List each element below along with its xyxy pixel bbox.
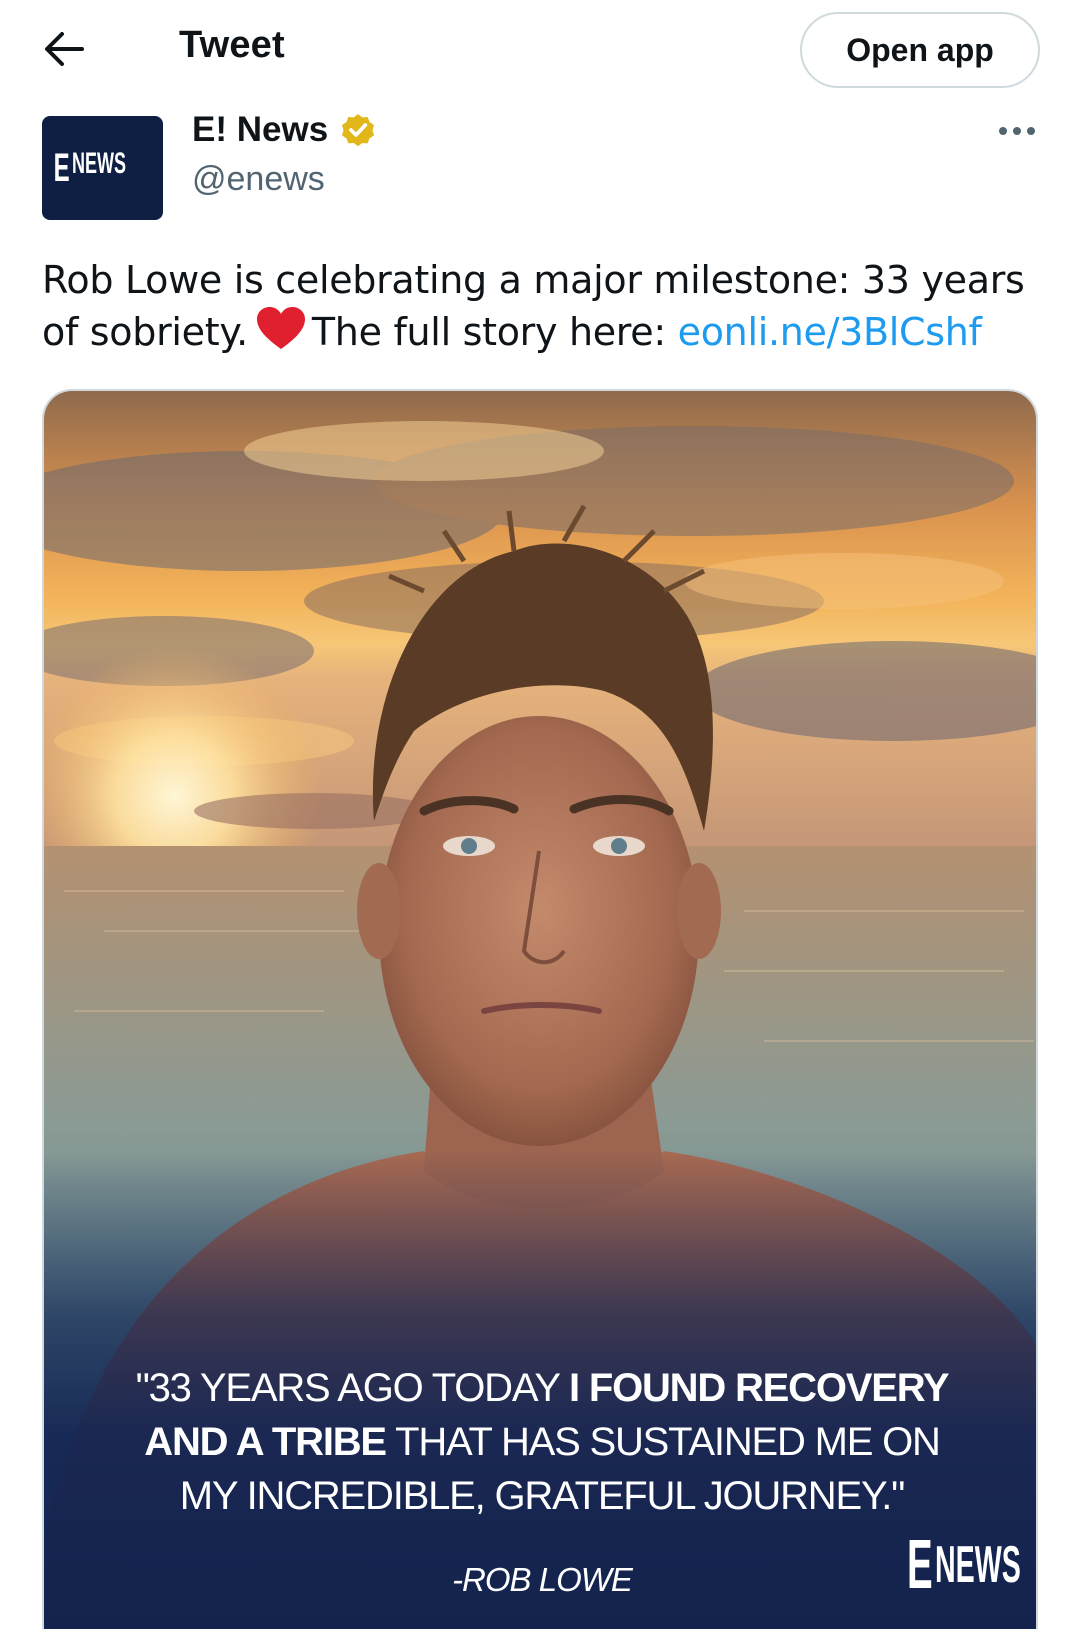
quote-line-2: AND A TRIBE THAT HAS SUSTAINED ME ON xyxy=(144,1420,941,1464)
tweet-link[interactable]: eonli.ne/3BlCshf xyxy=(678,310,982,354)
quote-line-1: "33 YEARS AGO TODAY I FOUND RECOVERY xyxy=(135,1366,950,1410)
verified-badge-icon xyxy=(342,114,375,147)
page-title: Tweet xyxy=(179,24,285,66)
author-name-row[interactable]: E! News xyxy=(192,110,378,150)
red-heart-emoji xyxy=(256,307,306,364)
author-name[interactable]: E! News xyxy=(192,110,328,150)
heart-icon xyxy=(256,307,305,349)
more-horizontal-icon xyxy=(999,127,1035,135)
tweet-text-cta: The full story here: xyxy=(311,310,666,354)
author-handle[interactable]: @enews xyxy=(192,160,325,199)
quote-line-3: MY INCREDIBLE, GRATEFUL JOURNEY." xyxy=(179,1474,906,1518)
open-app-button[interactable]: Open app xyxy=(800,12,1040,88)
top-bar: Tweet Open app xyxy=(0,0,1079,112)
enews-logo-icon: E NEWS xyxy=(53,146,126,190)
media-quote: "33 YEARS AGO TODAY I FOUND RECOVERY AND… xyxy=(44,1361,1036,1523)
tweet-media-image[interactable]: "33 YEARS AGO TODAY I FOUND RECOVERY AND… xyxy=(42,389,1038,1629)
tweet-text: Rob Lowe is celebrating a major mileston… xyxy=(42,254,1052,364)
enews-watermark-icon: E NEWS xyxy=(907,1525,1021,1603)
more-options-button[interactable] xyxy=(992,116,1042,146)
arrow-left-icon xyxy=(45,32,84,66)
avatar[interactable]: E NEWS xyxy=(42,116,163,220)
back-button[interactable] xyxy=(36,26,92,72)
